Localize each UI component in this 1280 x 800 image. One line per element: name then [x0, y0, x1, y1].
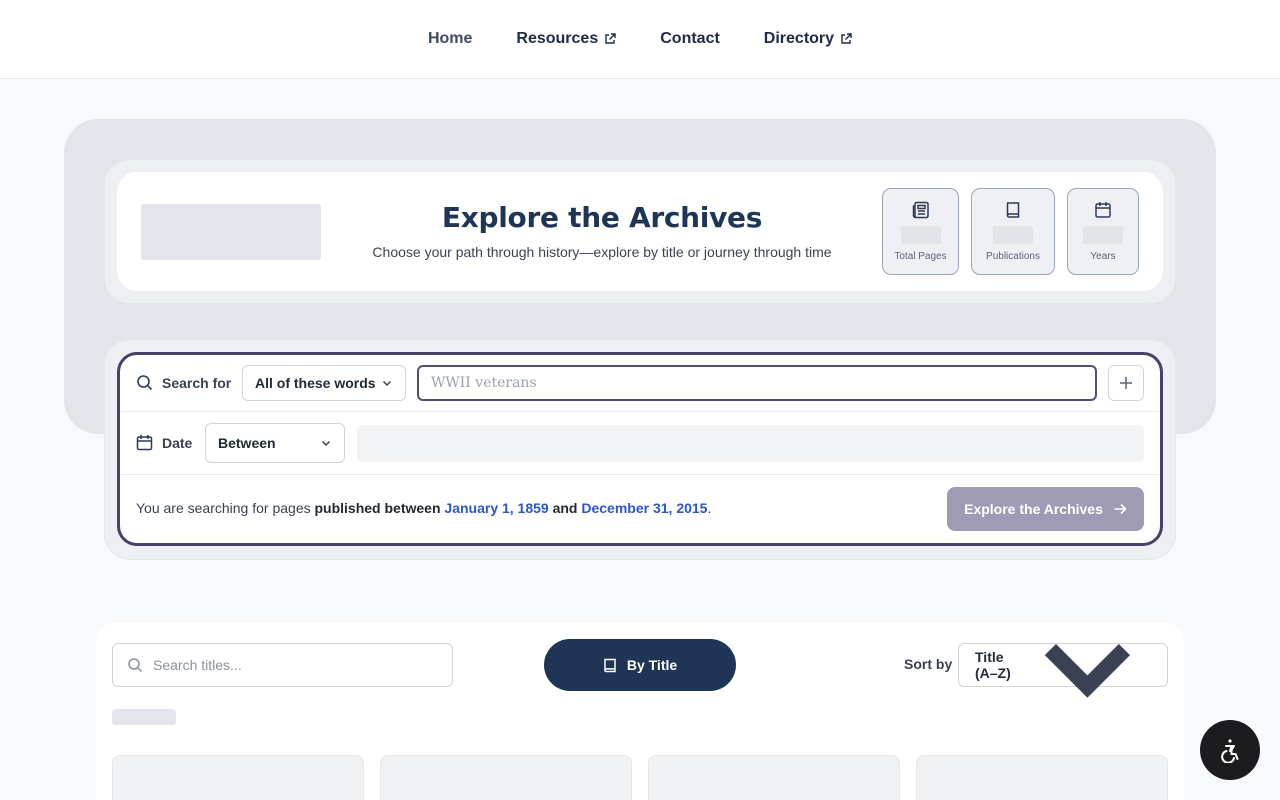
by-title-button[interactable]: By Title — [544, 639, 736, 691]
newspaper-icon — [912, 201, 929, 219]
sort-select[interactable]: Title (A–Z) — [958, 643, 1168, 698]
accessibility-button[interactable] — [1200, 720, 1260, 780]
chevron-down-icon — [382, 380, 392, 387]
search-summary: You are searching for pages published be… — [136, 500, 711, 516]
sort-label: Sort by — [904, 656, 953, 672]
summary-suffix: . — [707, 500, 712, 516]
stat-label: Total Pages — [894, 251, 947, 262]
page-subtitle: Choose your path through history—explore… — [372, 244, 832, 260]
stat-total-pages: Total Pages — [882, 188, 959, 275]
summary-start-date: January 1, 1859 — [444, 500, 549, 516]
stat-value-placeholder — [993, 226, 1033, 244]
summary-end-date: December 31, 2015 — [581, 500, 708, 516]
accessibility-icon — [1221, 739, 1239, 763]
title-search-input[interactable] — [153, 657, 433, 673]
summary-prefix: You are searching for pages — [136, 500, 315, 516]
match-mode-select[interactable]: All of these words — [242, 365, 406, 401]
date-mode-value: Between — [218, 435, 276, 451]
results-count-placeholder — [112, 709, 176, 725]
title-card-placeholder — [380, 755, 632, 800]
nav-resources-link[interactable]: Resources — [516, 30, 616, 48]
plus-icon — [1120, 377, 1132, 389]
search-icon — [128, 658, 143, 673]
title-card-placeholder — [648, 755, 900, 800]
by-title-label: By Title — [626, 657, 678, 673]
nav-home-label: Home — [427, 30, 473, 47]
date-range-field[interactable] — [357, 425, 1144, 462]
search-for-label-group: Search for — [136, 374, 231, 391]
external-link-icon — [841, 33, 852, 44]
date-mode-select[interactable]: Between — [205, 423, 345, 463]
stat-value-placeholder — [900, 226, 941, 244]
stat-label: Years — [1090, 251, 1116, 262]
row-divider — [120, 474, 1160, 475]
external-link-icon — [605, 33, 616, 44]
book-icon — [604, 658, 616, 672]
chevron-down-icon — [1044, 643, 1131, 698]
nav-directory-label: Directory — [763, 30, 835, 47]
title-search-field[interactable] — [112, 643, 453, 687]
nav-contact-link[interactable]: Contact — [660, 30, 720, 48]
title-card-placeholder — [112, 755, 364, 800]
row-divider — [120, 411, 1160, 412]
stat-publications: Publications — [971, 188, 1055, 275]
search-icon — [137, 375, 153, 391]
match-mode-value: All of these words — [255, 375, 376, 391]
stat-years: Years — [1067, 188, 1139, 275]
nav-directory-link[interactable]: Directory — [764, 30, 852, 48]
sort-value: Title (A–Z) — [975, 649, 1011, 681]
calendar-icon — [1095, 202, 1111, 218]
page-title: Explore the Archives — [441, 201, 763, 234]
summary-published: published between — [314, 500, 441, 516]
logo-placeholder — [141, 204, 321, 260]
stat-value-placeholder — [1083, 226, 1123, 244]
nav-resources-label: Resources — [516, 30, 599, 47]
explore-archives-label: Explore the Archives — [964, 501, 1103, 517]
summary-and: and — [552, 500, 578, 516]
arrow-right-icon — [1114, 503, 1127, 515]
calendar-icon — [136, 435, 153, 451]
search-for-label: Search for — [162, 374, 232, 391]
chevron-down-icon — [321, 440, 331, 447]
title-card-placeholder — [916, 755, 1168, 800]
stat-label: Publications — [986, 251, 1040, 262]
date-label-group: Date — [136, 434, 192, 451]
explore-archives-button[interactable]: Explore the Archives — [947, 487, 1144, 531]
top-nav: Home Resources Contact Directory — [0, 0, 1280, 79]
book-icon — [1006, 202, 1020, 218]
nav-contact-label: Contact — [660, 30, 720, 47]
add-criteria-button[interactable] — [1108, 365, 1144, 401]
date-label: Date — [162, 434, 193, 451]
nav-home-link[interactable]: Home — [428, 30, 472, 48]
keyword-input[interactable] — [417, 365, 1097, 401]
